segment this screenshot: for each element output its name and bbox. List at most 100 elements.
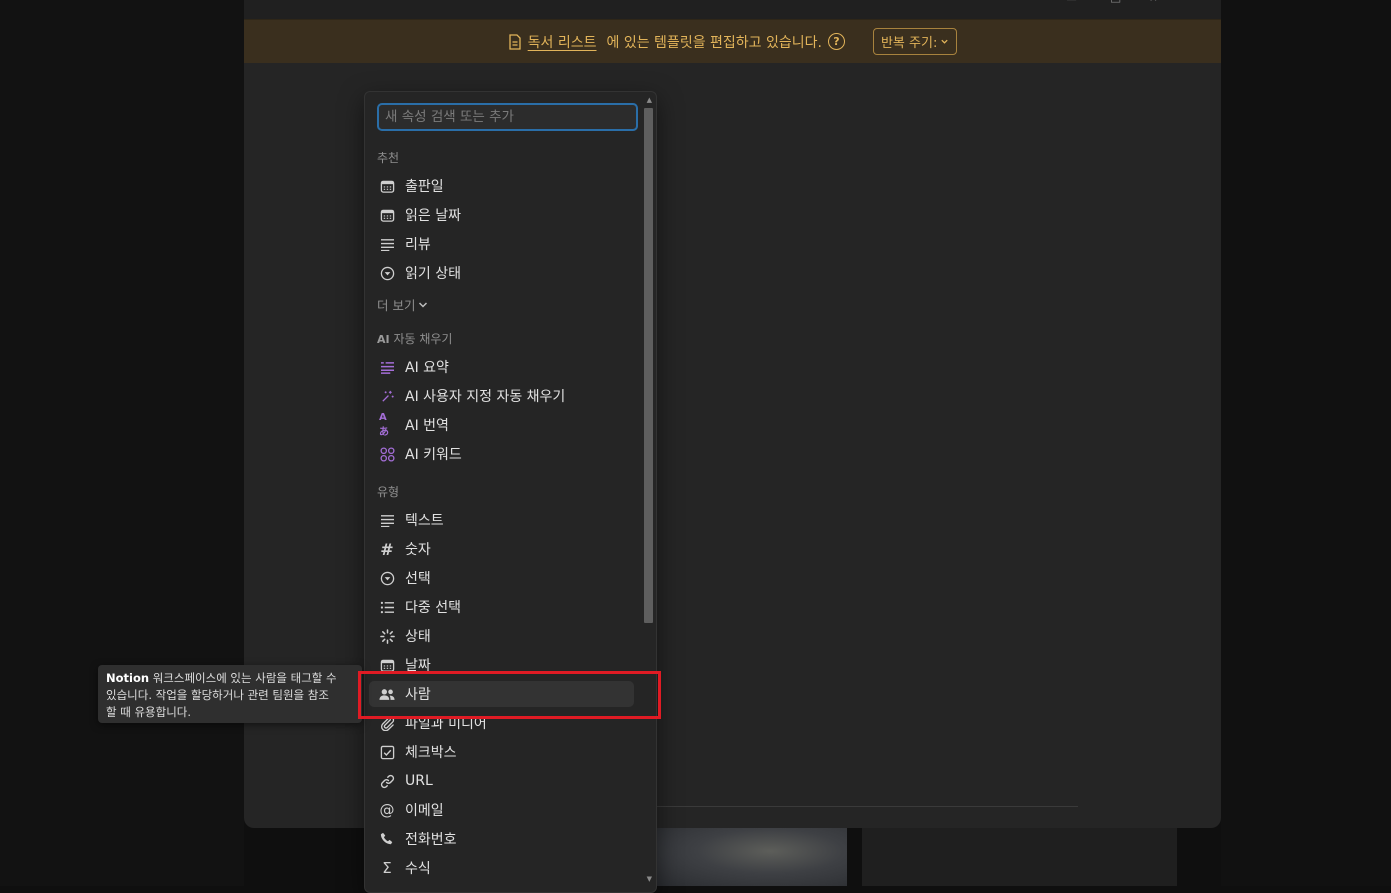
menu-item-label: 수식 [405,861,431,877]
menu-item-formula[interactable]: Σ 수식 [369,855,634,881]
database-link[interactable]: 독서 리스트 [528,32,597,52]
menu-item-files-media[interactable]: 파일과 미디어 [369,710,634,736]
modal-topbar: ’ ▭ □ ☆ [244,0,1221,19]
menu-item-label: 전화번호 [405,832,457,848]
section-types: 유형 [377,485,400,499]
menu-item-label: 선택 [405,571,431,587]
status-icon [379,628,395,644]
paperclip-icon [379,715,395,731]
ai-summary-icon [379,359,395,375]
menu-item-multi-select[interactable]: 다중 선택 [369,594,634,620]
menu-item-label: 읽기 상태 [405,266,461,282]
menu-item-phone[interactable]: 전화번호 [369,826,634,852]
chevron-down-icon [419,301,428,308]
calendar-icon [379,207,395,223]
menu-item-label: 날짜 [405,658,431,674]
comment-icon[interactable]: □ [1110,0,1121,4]
menu-item-review[interactable]: 리뷰 [369,231,634,257]
menu-item-label: 다중 선택 [405,600,461,616]
tooltip-text-1: 워크스페이스에 있는 사람을 태그할 수 [152,671,337,685]
show-more-label: 더 보기 [377,298,416,313]
menu-item-label: AI 사용자 지정 자동 채우기 [405,389,566,405]
menu-item-label: 출판일 [405,179,444,195]
text-lines-icon [379,236,395,252]
tooltip-line-2: 있습니다. 작업을 할당하거나 관련 팀원을 참조 [106,688,329,702]
select-icon [379,570,395,586]
people-icon [379,686,395,702]
menu-item-person[interactable]: 사람 [369,681,634,707]
select-icon [379,265,395,281]
ai-sparkle-icon [379,388,395,404]
menu-item-ai-keywords[interactable]: AI 키워드 [369,441,634,467]
star-icon[interactable]: ☆ [1148,0,1159,4]
tooltip-line-1: Notion 워크스페이스에 있는 사람을 태그할 수 [106,670,354,687]
sigma-icon: Σ [382,859,392,877]
top-left-icon: ’ [270,0,274,4]
menu-item-email[interactable]: @ 이메일 [369,797,634,823]
menu-item-read-date[interactable]: 읽은 날짜 [369,202,634,228]
menu-item-number[interactable]: # 숫자 [369,536,634,562]
link-icon [379,773,395,789]
menu-item-ai-translate[interactable]: Aあ AI 번역 [369,412,634,438]
chevron-down-icon [941,39,948,44]
help-icon[interactable]: ? [827,33,845,50]
calendar-icon [379,657,395,673]
repeat-label: 반복 주기: [880,36,938,51]
section-suggested: 추천 [377,151,400,165]
menu-item-url[interactable]: URL [369,768,634,794]
menu-item-label: URL [405,773,433,789]
menu-item-label: AI 요약 [405,360,449,376]
top-right-icon-1[interactable]: ▭ [1066,0,1077,4]
scrollbar-thumb[interactable] [644,108,653,623]
menu-item-label: 체크박스 [405,745,457,761]
hash-icon: # [380,539,394,559]
section-ai-label: 자동 채우기 [393,332,453,346]
divider [656,806,1078,807]
text-lines-icon [379,512,395,528]
page-icon [508,33,522,50]
menu-item-checkbox[interactable]: 체크박스 [369,739,634,765]
property-search-input[interactable]: 새 속성 검색 또는 추가 [377,103,638,131]
person-tooltip: Notion 워크스페이스에 있는 사람을 태그할 수 있습니다. 작업을 할당… [98,665,362,723]
ai-prefix: AI [377,333,390,346]
menu-item-label: AI 키워드 [405,447,462,463]
menu-item-label: 상태 [405,629,431,645]
ai-translate-icon: Aあ [379,412,389,438]
property-menu: 새 속성 검색 또는 추가 ▲ ▼ 추천 출판일 읽은 날짜 리뷰 읽기 상태 … [364,91,657,893]
repeat-button[interactable]: 반복 주기: [872,28,958,55]
at-icon: @ [379,801,395,819]
menu-item-label: 리뷰 [405,237,431,253]
menu-item-label: 읽은 날짜 [405,208,461,224]
background-panel [862,828,1177,886]
menu-item-read-status[interactable]: 읽기 상태 [369,260,634,286]
calendar-icon [379,178,395,194]
menu-item-ai-summary[interactable]: AI 요약 [369,354,634,380]
scroll-up-arrow[interactable]: ▲ [647,96,652,104]
ai-keywords-icon [379,446,395,462]
cover-image [655,828,847,886]
menu-item-publish-date[interactable]: 출판일 [369,173,634,199]
menu-item-label: 숫자 [405,542,431,558]
phone-icon [379,831,395,847]
list-icon [379,599,395,615]
background-right [1221,0,1391,886]
menu-item-status[interactable]: 상태 [369,623,634,649]
menu-item-label: 텍스트 [405,513,444,529]
menu-item-label: AI 번역 [405,418,449,434]
scroll-down-arrow[interactable]: ▼ [647,875,652,883]
tooltip-brand: Notion [106,671,150,685]
menu-item-label: 파일과 미디어 [405,716,487,732]
show-more-button[interactable]: 더 보기 [377,295,428,314]
section-ai-autofill: AI 자동 채우기 [377,330,452,347]
background-left [0,0,244,886]
menu-item-ai-custom-autofill[interactable]: AI 사용자 지정 자동 채우기 [369,383,634,409]
tooltip-line-3: 할 때 유용합니다. [106,705,192,719]
banner-message: 에 있는 템플릿을 편집하고 있습니다. [606,34,822,51]
menu-item-label: 사람 [405,687,431,703]
menu-item-label: 이메일 [405,803,444,819]
checkbox-icon [379,744,395,760]
template-banner: 독서 리스트 에 있는 템플릿을 편집하고 있습니다. ? 반복 주기: [244,19,1221,63]
menu-item-text[interactable]: 텍스트 [369,507,634,533]
menu-item-date[interactable]: 날짜 [369,652,634,678]
menu-item-select[interactable]: 선택 [369,565,634,591]
